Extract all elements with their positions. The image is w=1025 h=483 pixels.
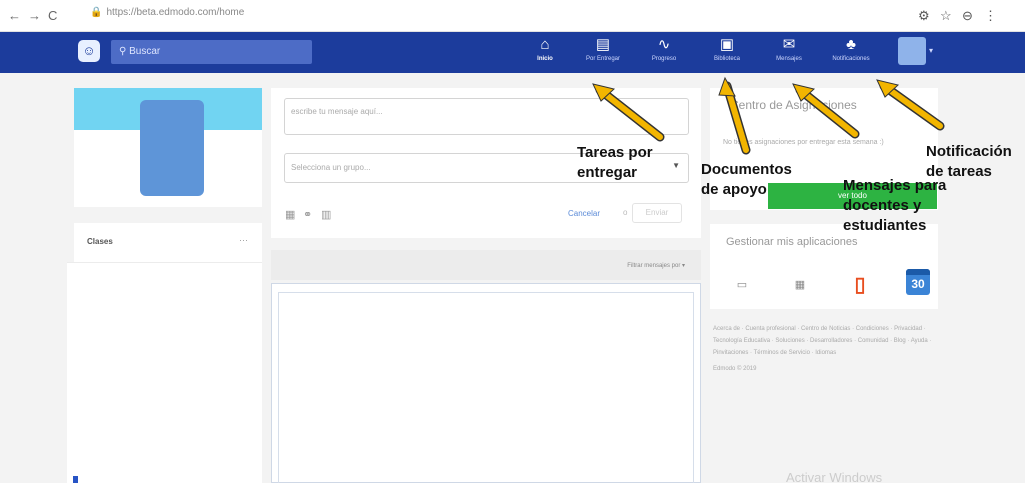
annotation-mensajes: Mensajes para docentes y estudiantes [843, 176, 953, 236]
annotation-documentos-text: Documentos de apoyo [701, 161, 792, 198]
arrowhead-documentos [718, 76, 736, 97]
annotation-notificacion-text: Notificación de tareas [926, 143, 1012, 180]
annotation-arrows [592, 76, 945, 155]
annotation-mensajes-text: Mensajes para docentes y estudiantes [843, 177, 947, 234]
annotation-tareas: Tareas por entregar [577, 143, 669, 183]
annotation-tareas-text: Tareas por entregar [577, 144, 653, 181]
annotation-notificacion: Notificación de tareas [926, 142, 1025, 182]
annotation-documentos: Documentos de apoyo [701, 160, 801, 200]
